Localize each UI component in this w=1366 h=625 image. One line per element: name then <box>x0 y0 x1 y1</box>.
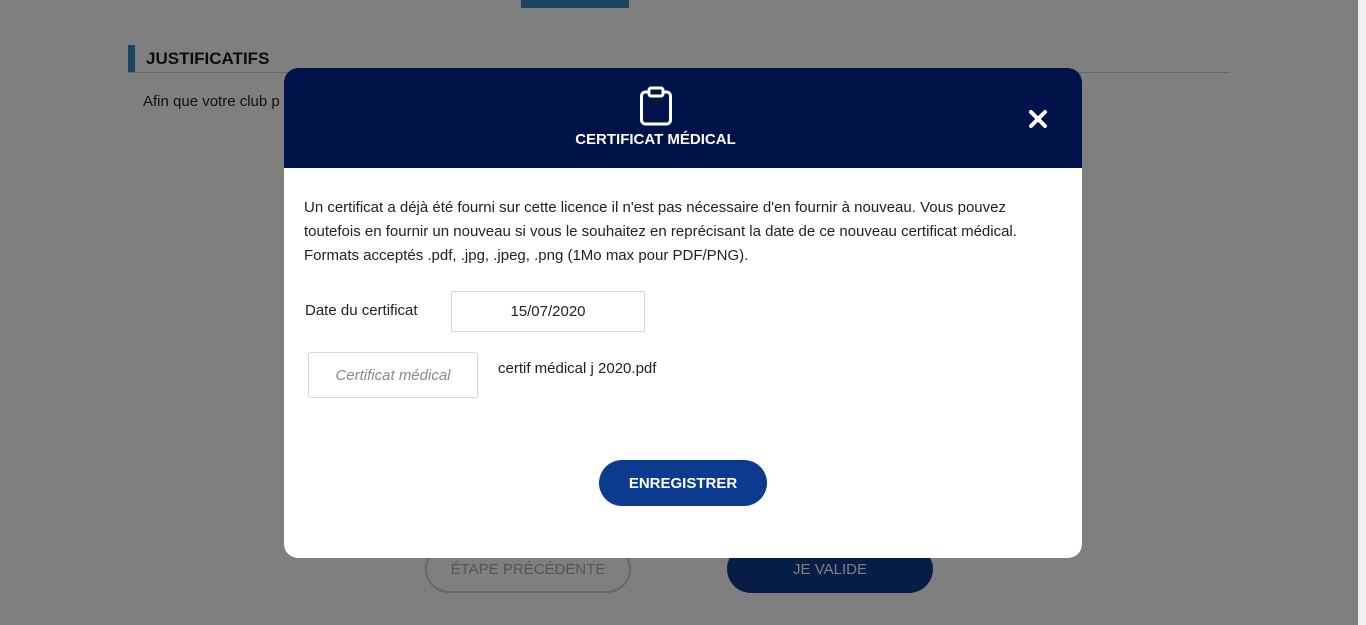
uploaded-file-name: certif médical j 2020.pdf <box>498 360 657 377</box>
scrollbar[interactable] <box>1358 0 1366 625</box>
certificate-date-input[interactable] <box>451 291 645 332</box>
medical-certificate-modal: CERTIFICAT MÉDICAL Un certificat a déjà … <box>284 68 1082 558</box>
clipboard-icon <box>639 86 673 126</box>
modal-title: CERTIFICAT MÉDICAL <box>575 131 736 148</box>
close-icon[interactable] <box>1026 107 1050 131</box>
certificate-description: Un certificat a déjà été fourni sur cett… <box>304 199 1017 264</box>
save-button[interactable]: ENREGISTRER <box>599 460 767 506</box>
date-label: Date du certificat <box>305 302 418 319</box>
modal-header: CERTIFICAT MÉDICAL <box>284 68 1082 168</box>
certificate-upload-button[interactable]: Certificat médical <box>308 352 478 398</box>
modal-body: Un certificat a déjà été fourni sur cett… <box>284 168 1082 558</box>
